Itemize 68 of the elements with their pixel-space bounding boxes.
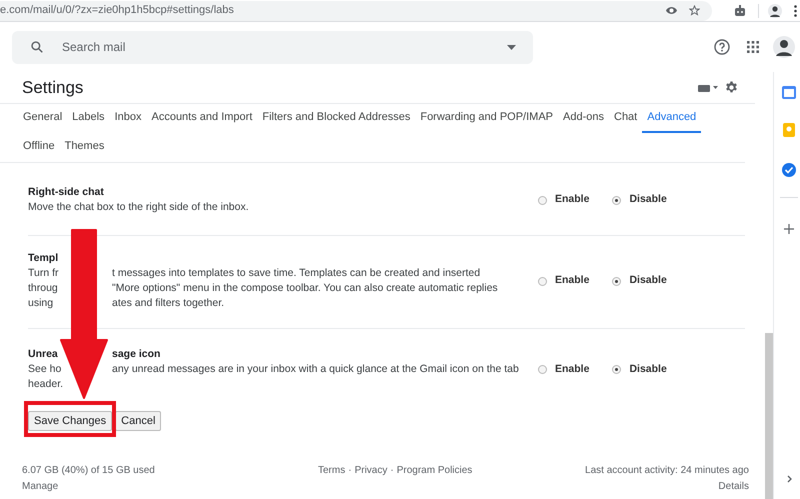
radio-button[interactable]	[612, 365, 622, 374]
setting-description-fragment: See ho	[28, 362, 62, 377]
add-icon[interactable]	[784, 224, 794, 234]
last-activity-text: Last account activity: 24 minutes ago	[585, 464, 749, 478]
separator-dot: ·	[348, 464, 352, 477]
apps-grid-icon[interactable]	[747, 41, 759, 53]
page-title: Settings	[22, 76, 84, 99]
settings-tab[interactable]: Add-ons	[558, 104, 609, 133]
settings-tab[interactable]: Forwarding and POP/IMAP	[415, 104, 558, 133]
dropdown-caret-icon[interactable]	[507, 44, 516, 50]
save-changes-button[interactable]: Save Changes	[28, 411, 112, 431]
scrollbar-thumb[interactable]	[765, 333, 773, 499]
search-icon[interactable]	[30, 40, 44, 54]
details-link[interactable]: Details	[718, 479, 749, 494]
cancel-button[interactable]: Cancel	[115, 411, 162, 431]
setting-description-fragment: any unread messages are in your inbox with a quick glance at the Gmail icon on the tab	[112, 362, 519, 377]
settings-tab[interactable]: Advanced	[642, 104, 702, 133]
separator-dot: ·	[390, 464, 394, 477]
setting-title-fragment: Unrea	[28, 347, 59, 362]
radio-button[interactable]	[538, 276, 547, 286]
settings-icon[interactable]	[725, 81, 738, 94]
option-label: Enable	[555, 362, 590, 377]
settings-tab[interactable]: Offline	[18, 133, 60, 162]
setting-description-fragment: Turn fr	[28, 266, 60, 281]
setting-description-fragment: "More options" menu in the compose toolbar. You can also create automatic replies	[112, 281, 498, 296]
tasks-check-icon[interactable]	[782, 163, 796, 177]
robot-icon[interactable]	[734, 5, 746, 16]
manage-link[interactable]: Manage	[22, 479, 282, 494]
avatar-icon[interactable]	[773, 36, 795, 58]
settings-tab[interactable]: Inbox	[110, 104, 146, 133]
setting-description-fragment: ates and filters together.	[112, 296, 224, 311]
more-icon[interactable]	[794, 4, 797, 16]
star-icon[interactable]	[689, 5, 700, 16]
setting-description-fragment: using	[28, 296, 54, 311]
setting-description-fragment: throug	[28, 281, 59, 296]
setting-title-fragment: sage icon	[112, 347, 160, 362]
settings-tab[interactable]: Labels	[67, 104, 110, 133]
footer-link[interactable]: Program Policies	[396, 463, 472, 477]
calendar-icon[interactable]	[782, 85, 796, 99]
search-field[interactable]: Search mail	[62, 38, 507, 56]
footer-link[interactable]: Terms	[318, 463, 346, 477]
option-label: Enable	[555, 273, 590, 288]
settings-tab[interactable]: General	[18, 104, 68, 133]
keyboard-icon[interactable]	[698, 84, 718, 92]
chevron-right-icon[interactable]	[786, 475, 792, 483]
settings-tab[interactable]: Themes	[60, 133, 110, 162]
option-label: Disable	[629, 362, 667, 377]
storage-usage-text: 6.07 GB (40%) of 15 GB used	[22, 464, 156, 478]
radio-button[interactable]	[612, 196, 622, 204]
setting-description-fragment: t messages into templates to save time. Templates can be created and inserted	[112, 266, 480, 281]
settings-tab[interactable]: Accounts and Import	[146, 104, 258, 133]
setting-title: Right-side chat	[28, 185, 105, 200]
option-label: Enable	[555, 192, 590, 208]
settings-tab[interactable]: Chat	[609, 104, 642, 133]
footer-link[interactable]: Privacy	[354, 463, 388, 477]
lens-icon[interactable]	[666, 6, 677, 15]
help-icon[interactable]	[714, 39, 730, 55]
setting-description: Move the chat box to the right side of the inbox.	[28, 200, 250, 215]
option-label: Disable	[629, 192, 667, 208]
search-field[interactable]: Search mail	[12, 30, 533, 64]
radio-button[interactable]	[538, 365, 547, 374]
settings-tab[interactable]: Filters and Blocked Addresses	[257, 104, 416, 133]
avatar-icon[interactable]	[768, 4, 782, 18]
setting-title: Templ	[28, 251, 60, 266]
setting-description: header.	[28, 377, 64, 392]
radio-button[interactable]	[612, 276, 622, 286]
radio-button[interactable]	[538, 196, 547, 204]
option-label: Disable	[629, 273, 667, 288]
